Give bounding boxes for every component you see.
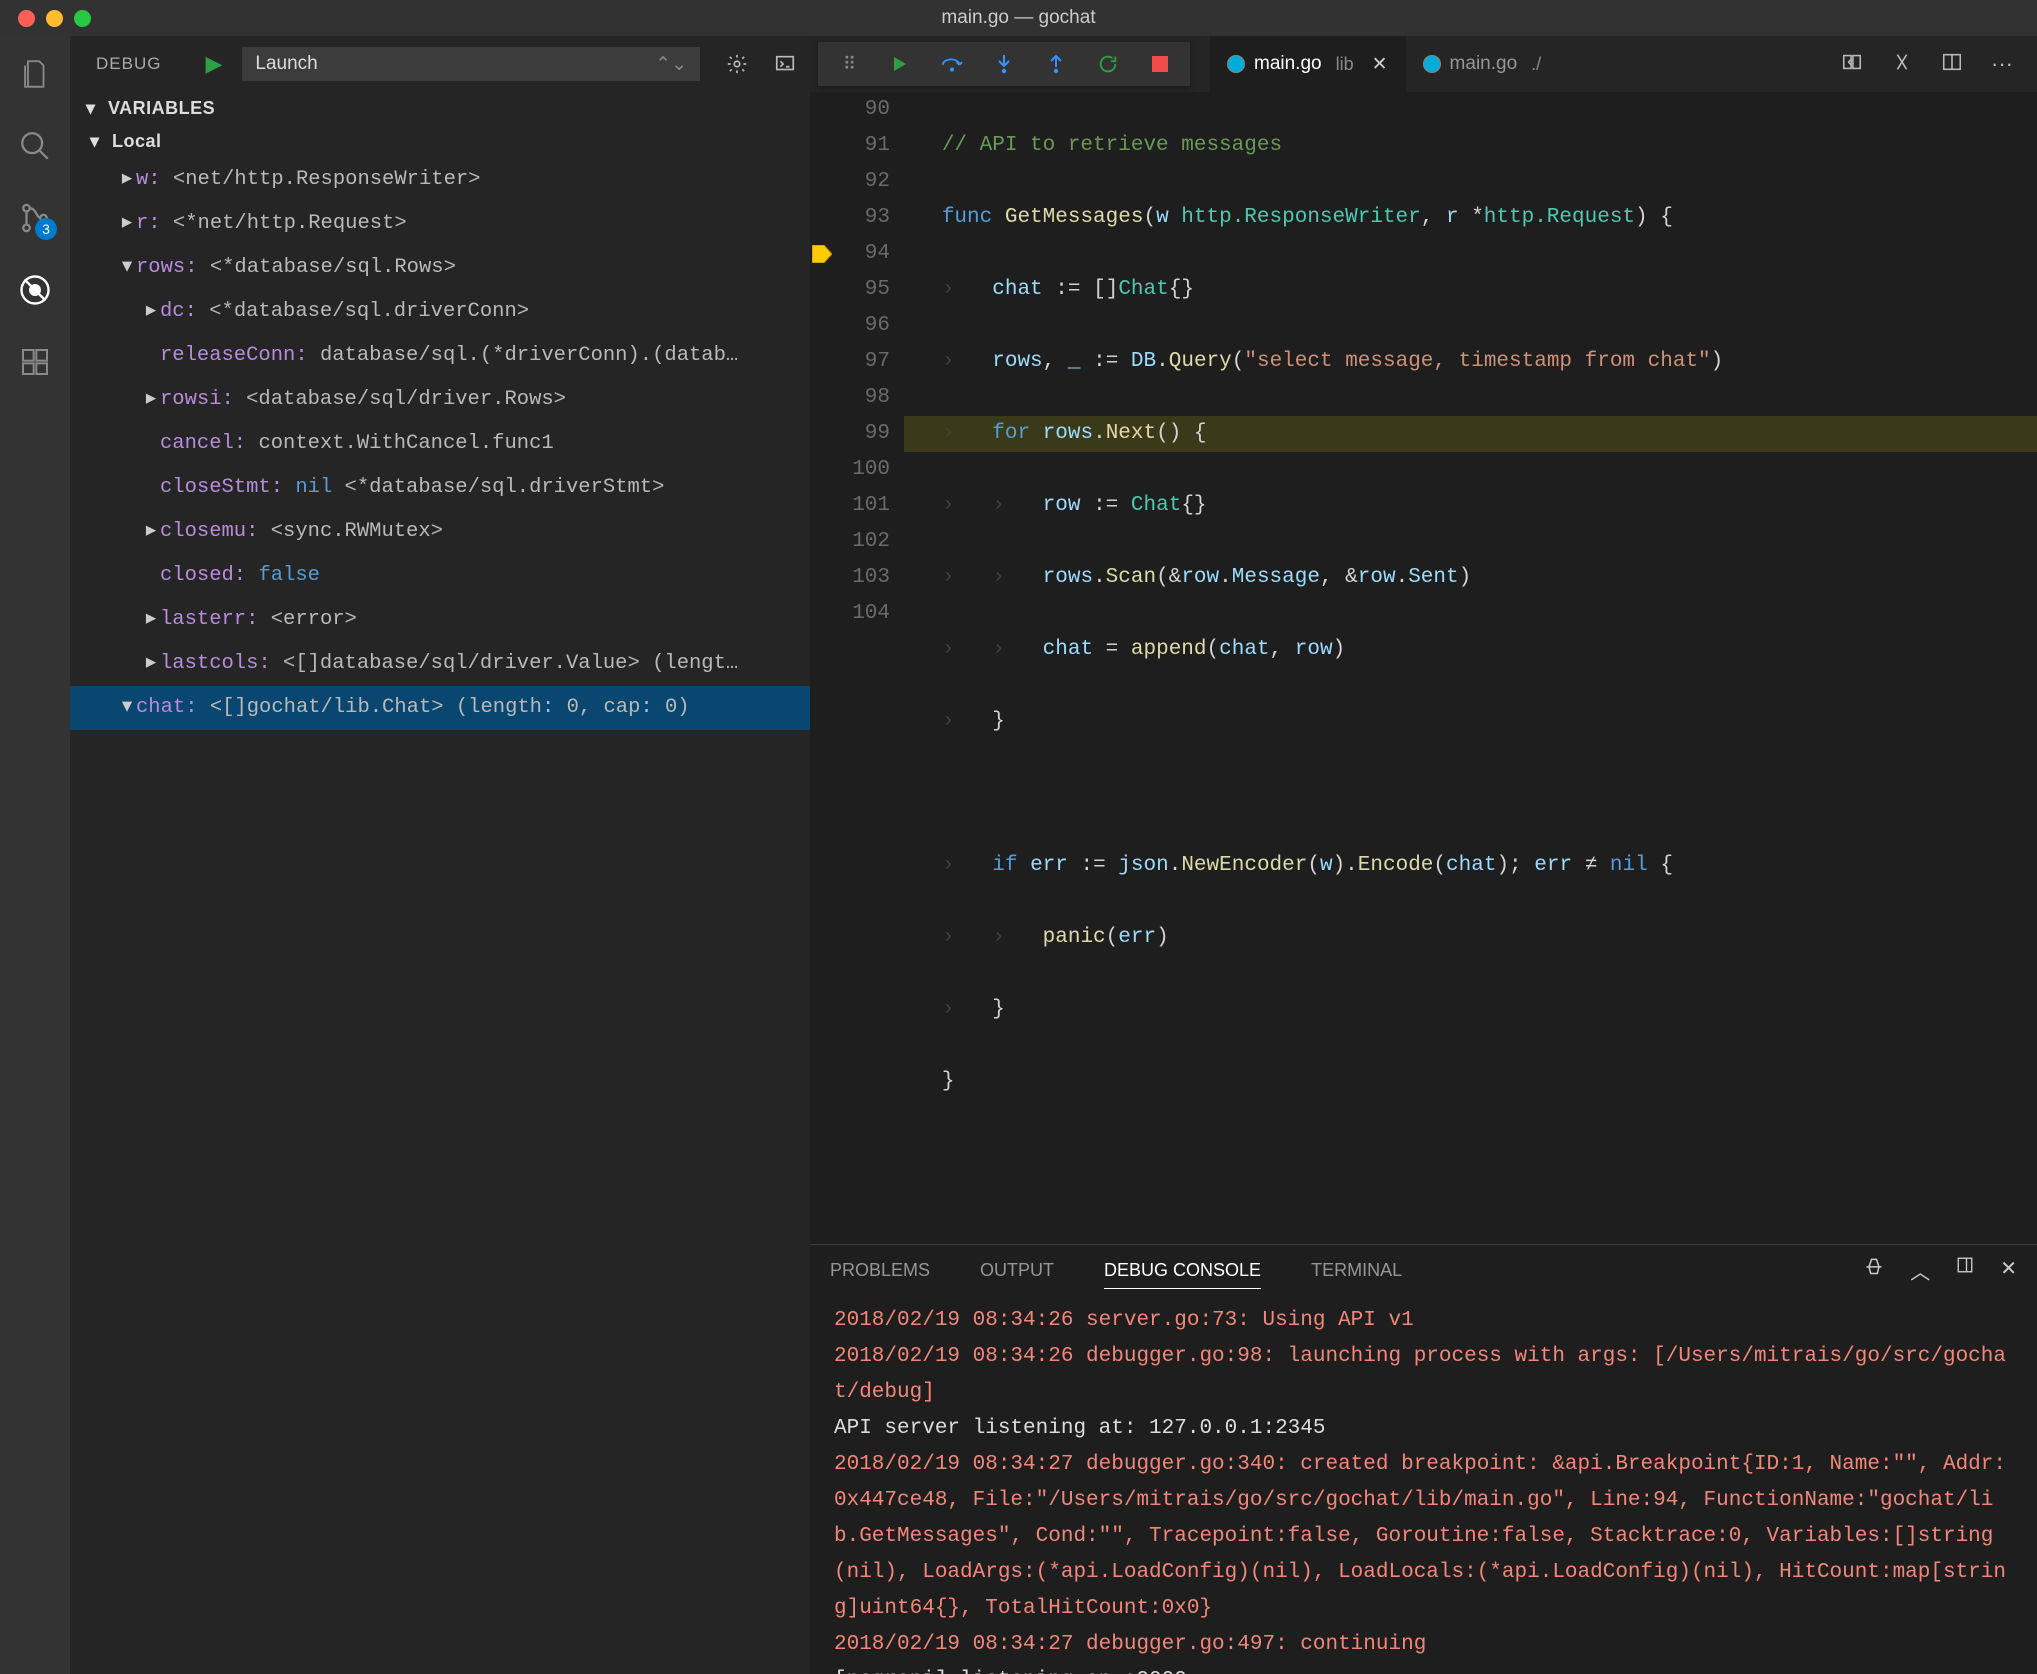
var-row-selected[interactable]: ▾chat: <[]gochat/lib.Chat> (length: 0, c… bbox=[70, 686, 810, 730]
launch-selected: Launch bbox=[255, 53, 317, 75]
bottom-panel: PROBLEMS OUTPUT DEBUG CONSOLE TERMINAL ︿… bbox=[810, 1244, 2037, 1674]
titlebar: main.go — gochat bbox=[0, 0, 2037, 36]
var-row[interactable]: ▸lastcols: <[]database/sql/driver.Value>… bbox=[70, 642, 810, 686]
tab-main-lib[interactable]: main.go lib ✕ bbox=[1210, 36, 1406, 92]
chevron-down-icon: ▾ bbox=[86, 98, 102, 119]
chevron-up-icon[interactable]: ︿ bbox=[1910, 1256, 1930, 1285]
editor-top: ⠿ bbox=[810, 36, 2037, 92]
debug-icon[interactable] bbox=[17, 272, 53, 308]
debug-console-icon[interactable] bbox=[774, 53, 796, 75]
close-panel-icon[interactable]: ✕ bbox=[2000, 1256, 2017, 1285]
step-over-button[interactable] bbox=[940, 52, 964, 76]
panel-tabs: PROBLEMS OUTPUT DEBUG CONSOLE TERMINAL ︿… bbox=[810, 1245, 2037, 1295]
debug-header: DEBUG ▶ Launch ⌃⌄ bbox=[70, 36, 810, 92]
scm-badge: 3 bbox=[35, 218, 57, 240]
continue-button[interactable] bbox=[888, 52, 912, 76]
extensions-icon[interactable] bbox=[17, 344, 53, 380]
debug-title: DEBUG bbox=[96, 54, 161, 74]
debug-sidebar: DEBUG ▶ Launch ⌃⌄ ▾ VARIABLES ▾ Loc bbox=[70, 36, 810, 1674]
panel-tab-debug-console[interactable]: DEBUG CONSOLE bbox=[1104, 1260, 1261, 1281]
diff-icon[interactable] bbox=[1891, 51, 1913, 77]
launch-select[interactable]: Launch ⌃⌄ bbox=[242, 47, 700, 81]
chevron-down-icon: ▾ bbox=[90, 131, 106, 152]
step-into-button[interactable] bbox=[992, 52, 1016, 76]
close-window-button[interactable] bbox=[18, 10, 35, 27]
code-editor[interactable]: 90919293949596979899100101102103104 // A… bbox=[810, 92, 2037, 1244]
go-file-icon bbox=[1424, 56, 1440, 72]
stop-button[interactable] bbox=[1148, 52, 1172, 76]
variables-tree: ▸w: <net/http.ResponseWriter> ▸r: <*net/… bbox=[70, 158, 810, 730]
var-row[interactable]: ▸rowsi: <database/sql/driver.Rows> bbox=[70, 378, 810, 422]
var-row[interactable]: ▸closemu: <sync.RWMutex> bbox=[70, 510, 810, 554]
explorer-icon[interactable] bbox=[17, 56, 53, 92]
more-icon[interactable]: ··· bbox=[1991, 51, 2013, 77]
var-row[interactable]: ▸lasterr: <error> bbox=[70, 598, 810, 642]
start-debug-button[interactable]: ▶ bbox=[205, 51, 222, 77]
variables-section[interactable]: ▾ VARIABLES bbox=[70, 92, 810, 125]
editor-tabs: main.go lib ✕ main.go ./ bbox=[1210, 36, 1559, 92]
var-row[interactable]: ▾rows: <*database/sql.Rows> bbox=[70, 246, 810, 290]
window-title: main.go — gochat bbox=[941, 7, 1095, 29]
local-scope[interactable]: ▾ Local bbox=[70, 125, 810, 158]
var-row[interactable]: cancel: context.WithCancel.func1 bbox=[70, 422, 810, 466]
search-icon[interactable] bbox=[17, 128, 53, 164]
compare-icon[interactable] bbox=[1841, 51, 1863, 77]
tab-close-icon[interactable]: ✕ bbox=[1372, 53, 1388, 76]
var-row[interactable]: closeStmt: nil <*database/sql.driverStmt… bbox=[70, 466, 810, 510]
chevron-updown-icon: ⌃⌄ bbox=[655, 53, 687, 76]
var-row[interactable]: ▸dc: <*database/sql.driverConn> bbox=[70, 290, 810, 334]
gear-icon[interactable] bbox=[726, 53, 748, 75]
var-row[interactable]: closed: false bbox=[70, 554, 810, 598]
line-gutter: 90919293949596979899100101102103104 bbox=[834, 92, 904, 1244]
debug-console-output[interactable]: 2018/02/19 08:34:26 server.go:73: Using … bbox=[810, 1295, 2037, 1674]
var-row[interactable]: ▸r: <*net/http.Request> bbox=[70, 202, 810, 246]
breakpoint-current-icon[interactable] bbox=[812, 245, 832, 263]
panel-tab-output[interactable]: OUTPUT bbox=[980, 1260, 1054, 1281]
editor-actions: ··· bbox=[1841, 51, 2037, 77]
debug-toolbar[interactable]: ⠿ bbox=[818, 42, 1190, 86]
panel-tab-terminal[interactable]: TERMINAL bbox=[1311, 1260, 1402, 1281]
restart-button[interactable] bbox=[1096, 52, 1120, 76]
activity-bar: 3 bbox=[0, 36, 70, 1674]
code-body[interactable]: // API to retrieve messages func GetMess… bbox=[904, 92, 2037, 1244]
editor-area: ⠿ bbox=[810, 36, 2037, 1674]
tab-main-root[interactable]: main.go ./ bbox=[1406, 36, 1560, 92]
clear-console-icon[interactable] bbox=[1864, 1256, 1884, 1285]
var-row[interactable]: releaseConn: database/sql.(*driverConn).… bbox=[70, 334, 810, 378]
zoom-window-button[interactable] bbox=[74, 10, 91, 27]
split-icon[interactable] bbox=[1941, 51, 1963, 77]
scm-icon[interactable]: 3 bbox=[17, 200, 53, 236]
step-out-button[interactable] bbox=[1044, 52, 1068, 76]
panel-tab-problems[interactable]: PROBLEMS bbox=[830, 1260, 930, 1281]
var-row[interactable]: ▸w: <net/http.ResponseWriter> bbox=[70, 158, 810, 202]
minimize-window-button[interactable] bbox=[46, 10, 63, 27]
maximize-panel-icon[interactable] bbox=[1956, 1256, 1974, 1285]
drag-handle-icon[interactable]: ⠿ bbox=[836, 52, 860, 76]
go-file-icon bbox=[1228, 56, 1244, 72]
